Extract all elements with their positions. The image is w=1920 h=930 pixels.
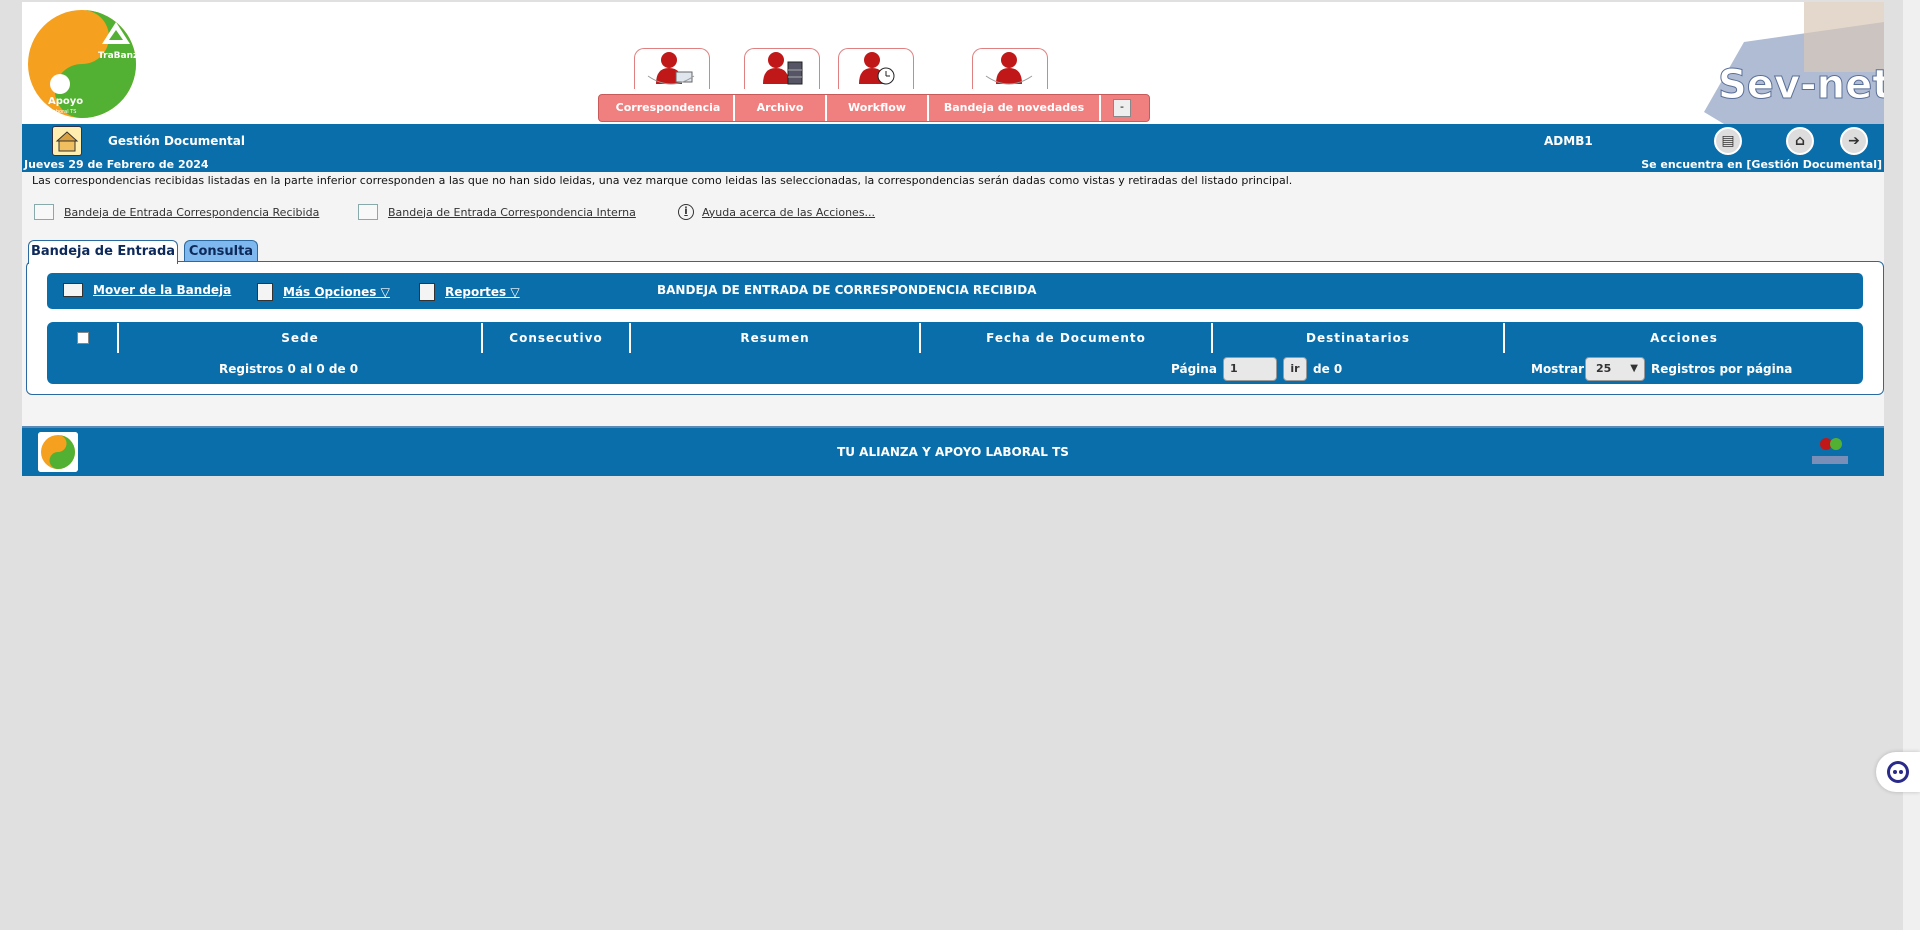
mover-bandeja-label: Mover de la Bandeja: [93, 283, 232, 297]
envelope-remove-icon: [63, 283, 83, 297]
registros-info: Registros 0 al 0 de 0: [219, 362, 359, 376]
envelope-r-icon: [34, 204, 54, 220]
link-ayuda-label: Ayuda acerca de las Acciones...: [702, 205, 876, 219]
title-bar: Gestión Documental ADMB1 ▤ ⌂ ➔: [22, 124, 1884, 158]
person-icon: [985, 52, 1033, 85]
footer-text: TU ALIANZA Y APOYO LABORAL TS: [837, 445, 1069, 459]
current-date: Jueves 29 de Febrero de 2024: [24, 158, 209, 171]
module-menu: Correspondencia Archivo Workflow Bandeja…: [598, 94, 1150, 122]
link-ayuda-acciones[interactable]: i Ayuda acerca de las Acciones...: [678, 204, 875, 220]
link-bandeja-recibida[interactable]: Bandeja de Entrada Correspondencia Recib…: [34, 204, 319, 220]
menu-correspondencia[interactable]: Correspondencia: [603, 95, 735, 121]
module-title: Gestión Documental: [108, 134, 245, 148]
link-bandeja-interna[interactable]: Bandeja de Entrada Correspondencia Inter…: [358, 204, 636, 220]
col-fecha-documento[interactable]: Fecha de Documento: [921, 322, 1211, 354]
page-number-input[interactable]: 1: [1223, 357, 1277, 381]
envelope-i-icon: [358, 204, 378, 220]
col-resumen[interactable]: Resumen: [631, 322, 919, 354]
link-bandeja-recibida-label: Bandeja de Entrada Correspondencia Recib…: [64, 205, 320, 219]
inbox-panel: Mover de la Bandeja Más Opciones ▽ Repor…: [26, 261, 1884, 395]
page: TraBanza Apoyo Laboral TS Correspondenci…: [2, 2, 1903, 922]
menu-archivo[interactable]: Archivo: [735, 95, 827, 121]
info-bar: Jueves 29 de Febrero de 2024 Se encuentr…: [22, 158, 1884, 172]
tab-bandeja-entrada[interactable]: Bandeja de Entrada: [28, 240, 178, 264]
inbox-table: Sede Consecutivo Resumen Fecha de Docume…: [47, 322, 1863, 384]
clipboard-icon[interactable]: ▤: [1714, 127, 1742, 155]
link-bandeja-interna-label: Bandeja de Entrada Correspondencia Inter…: [388, 205, 636, 219]
footer: TU ALIANZA Y APOYO LABORAL TS: [22, 426, 1884, 476]
col-consecutivo[interactable]: Consecutivo: [483, 322, 629, 354]
assistant-face-icon: [1887, 761, 1909, 783]
user-name: ADMB1: [1544, 134, 1593, 148]
select-all-checkbox[interactable]: [77, 332, 89, 344]
logo-text-top: TraBanza: [98, 51, 140, 61]
logo-text-bottom: Apoyo: [48, 96, 83, 107]
logout-icon[interactable]: ➔: [1840, 127, 1868, 155]
total-pages: de 0: [1313, 362, 1343, 376]
mas-opciones-label: Más Opciones ▽: [283, 285, 390, 299]
person-clock-icon: [859, 52, 895, 85]
logo-text-small: Laboral TS: [50, 109, 76, 115]
person-cabinet-icon: [763, 52, 803, 85]
notice-text: Las correspondencias recibidas listadas …: [32, 174, 1293, 187]
col-destinatarios[interactable]: Destinatarios: [1213, 322, 1503, 354]
mostrar-label: Mostrar: [1531, 362, 1584, 376]
folder-home-icon: [55, 131, 79, 152]
menu-collapse-button[interactable]: -: [1113, 99, 1131, 117]
info-icon: i: [678, 204, 694, 220]
go-page-button[interactable]: ir: [1283, 357, 1307, 381]
tab-consulta[interactable]: Consulta: [184, 240, 258, 262]
col-acciones: Acciones: [1650, 331, 1718, 345]
chat-assistant-button[interactable]: [1876, 752, 1920, 792]
inbox-title: BANDEJA DE ENTRADA DE CORRESPONDENCIA RE…: [657, 283, 1037, 297]
menu-workflow[interactable]: Workflow: [827, 95, 929, 121]
per-page-value: 25: [1596, 362, 1612, 375]
current-location: Se encuentra en [Gestión Documental]: [1641, 158, 1882, 171]
mas-opciones-menu[interactable]: Más Opciones ▽: [257, 283, 390, 301]
brand-text: Sev-net: [1718, 62, 1884, 108]
chevron-down-icon: ▼: [1630, 363, 1638, 374]
inbox-toolbar: Mover de la Bandeja Más Opciones ▽ Repor…: [47, 273, 1863, 309]
reportes-label: Reportes ▽: [445, 285, 520, 299]
per-page-label: Registros por página: [1651, 362, 1793, 376]
menu-bandeja-novedades[interactable]: Bandeja de novedades: [929, 95, 1101, 121]
per-page-select[interactable]: 25 ▼: [1585, 357, 1645, 381]
home-icon[interactable]: ⌂: [1786, 127, 1814, 155]
person-mail-icon: [647, 52, 695, 85]
header: TraBanza Apoyo Laboral TS Correspondenci…: [22, 2, 1884, 124]
document-options-icon: [257, 283, 273, 301]
home-folder-button[interactable]: [52, 126, 82, 156]
sevnet-brand-image: Sev-net: [1704, 2, 1884, 124]
reportes-menu[interactable]: Reportes ▽: [419, 283, 520, 301]
report-icon: [419, 283, 435, 301]
company-logo: TraBanza Apoyo Laboral TS: [28, 10, 140, 118]
mover-bandeja-button[interactable]: Mover de la Bandeja: [63, 283, 231, 297]
app-container: TraBanza Apoyo Laboral TS Correspondenci…: [22, 2, 1884, 476]
col-sede[interactable]: Sede: [119, 322, 481, 354]
pagina-label: Página: [1171, 362, 1217, 376]
footer-sevnet-icon: [1812, 438, 1848, 464]
